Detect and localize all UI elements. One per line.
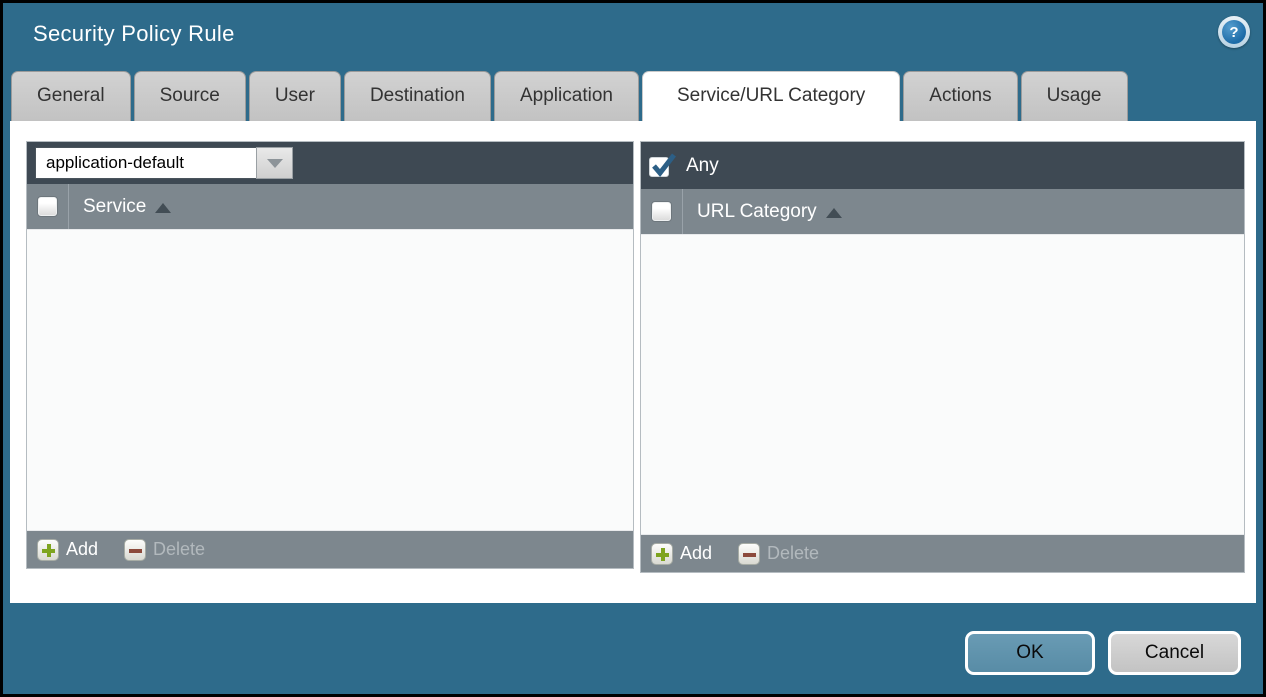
tab-bar: General Source User Destination Applicat… <box>11 71 1128 121</box>
add-button-label: Add <box>680 543 712 564</box>
url-category-panel-header: Any <box>641 142 1244 189</box>
url-category-list <box>641 235 1244 534</box>
help-button[interactable]: ? <box>1218 16 1250 48</box>
url-category-panel: Any URL Category Add Delete <box>640 141 1245 573</box>
sort-ascending-icon <box>826 208 842 218</box>
tab-user[interactable]: User <box>249 71 341 121</box>
cancel-button[interactable]: Cancel <box>1108 631 1241 675</box>
chevron-down-icon <box>267 159 283 168</box>
add-icon <box>651 543 673 565</box>
url-category-column-header[interactable]: URL Category <box>641 189 1244 235</box>
url-category-toolbar: Add Delete <box>641 534 1244 572</box>
delete-button-label: Delete <box>153 539 205 560</box>
tab-content-service-url-category: application-default Service <box>10 121 1256 603</box>
service-type-select-button[interactable] <box>256 147 293 179</box>
checkmark-icon <box>650 152 676 178</box>
add-button-label: Add <box>66 539 98 560</box>
url-category-select-all-checkbox[interactable] <box>652 202 671 221</box>
delete-icon <box>738 543 760 565</box>
tab-destination[interactable]: Destination <box>344 71 491 121</box>
security-policy-rule-dialog: Security Policy Rule ? General Source Us… <box>0 0 1266 697</box>
delete-icon <box>124 539 146 561</box>
service-list <box>27 230 633 530</box>
ok-button[interactable]: OK <box>965 631 1095 675</box>
service-toolbar: Add Delete <box>27 530 633 568</box>
service-column-label: Service <box>83 196 146 218</box>
tab-general[interactable]: General <box>11 71 131 121</box>
service-type-select-value[interactable]: application-default <box>35 147 256 179</box>
service-panel-header: application-default <box>27 142 633 184</box>
dialog-title: Security Policy Rule <box>33 21 235 47</box>
tab-actions[interactable]: Actions <box>903 71 1017 121</box>
any-checkbox-label: Any <box>686 155 719 177</box>
url-category-add-button[interactable]: Add <box>651 543 712 565</box>
tab-usage[interactable]: Usage <box>1021 71 1128 121</box>
service-column-header[interactable]: Service <box>27 184 633 230</box>
service-select-all-checkbox[interactable] <box>38 197 57 216</box>
url-category-select-all-cell <box>641 189 683 234</box>
sort-ascending-icon <box>155 203 171 213</box>
delete-button-label: Delete <box>767 543 819 564</box>
help-icon: ? <box>1222 20 1246 44</box>
any-checkbox[interactable] <box>649 155 671 177</box>
service-add-button[interactable]: Add <box>37 539 98 561</box>
tab-service-url-category[interactable]: Service/URL Category <box>642 71 900 121</box>
tab-source[interactable]: Source <box>134 71 246 121</box>
url-category-delete-button[interactable]: Delete <box>738 543 819 565</box>
url-category-column-label: URL Category <box>697 201 817 223</box>
add-icon <box>37 539 59 561</box>
service-delete-button[interactable]: Delete <box>124 539 205 561</box>
service-panel: application-default Service <box>26 141 634 569</box>
tab-application[interactable]: Application <box>494 71 639 121</box>
service-select-all-cell <box>27 184 69 229</box>
service-type-select[interactable]: application-default <box>35 147 293 179</box>
